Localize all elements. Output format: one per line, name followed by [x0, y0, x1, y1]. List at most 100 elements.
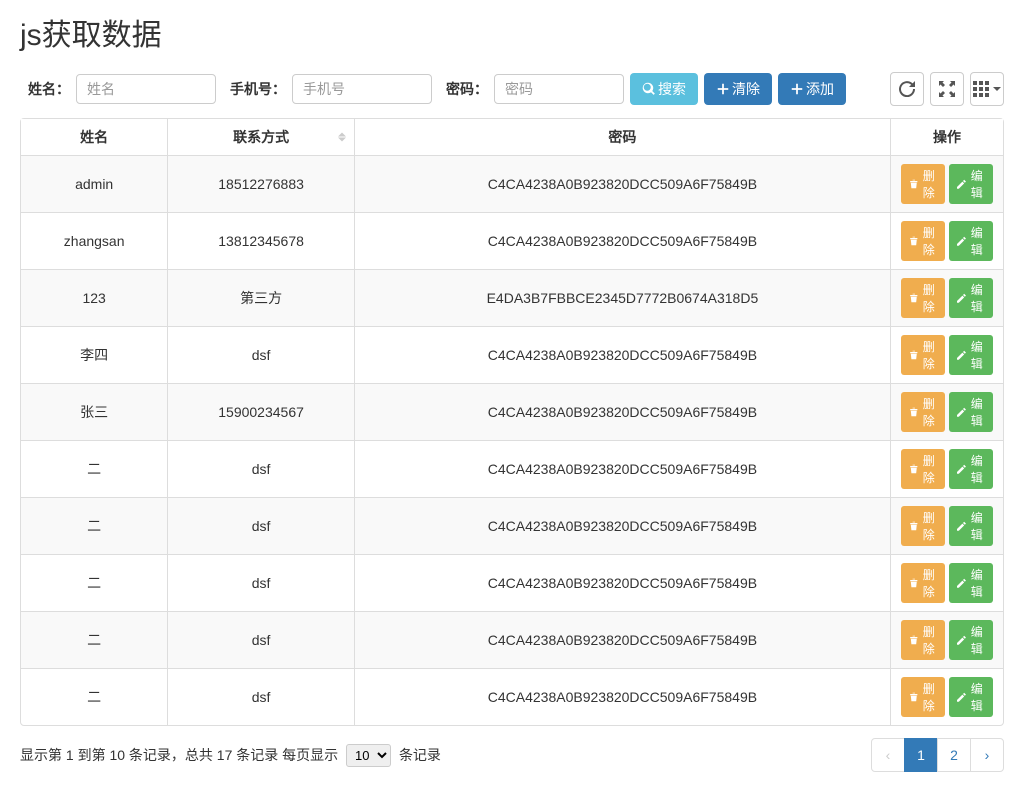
table-row: 123 第三方 E4DA3B7FBBCE2345D7772B0674A318D5…: [21, 270, 1003, 327]
pagination-info: 显示第 1 到第 10 条记录，总共 17 条记录 每页显示 10 条记录: [20, 744, 441, 767]
delete-button[interactable]: 删除: [901, 449, 945, 489]
cell-name: 二: [21, 441, 168, 498]
edit-button[interactable]: 编辑: [949, 164, 993, 204]
cell-contact: dsf: [168, 555, 355, 612]
cell-contact: 18512276883: [168, 156, 355, 213]
edit-button[interactable]: 编辑: [949, 221, 993, 261]
delete-button[interactable]: 删除: [901, 563, 945, 603]
edit-button[interactable]: 编辑: [949, 506, 993, 546]
delete-button[interactable]: 删除: [901, 677, 945, 717]
trash-icon: [909, 519, 919, 533]
table-row: 张三 15900234567 C4CA4238A0B923820DCC509A6…: [21, 384, 1003, 441]
pagination: ‹ 1 2 ›: [872, 738, 1004, 772]
phone-input[interactable]: [292, 74, 432, 104]
delete-button[interactable]: 删除: [901, 506, 945, 546]
plus-icon: [790, 82, 804, 96]
cell-password: C4CA4238A0B923820DCC509A6F75849B: [355, 156, 891, 213]
col-name[interactable]: 姓名: [21, 119, 168, 156]
trash-icon: [909, 690, 919, 704]
clear-button-label: 清除: [732, 79, 760, 99]
data-table: 姓名 联系方式 密码 操作 admin 18512276883 C4CA4238…: [20, 118, 1004, 726]
cell-password: C4CA4238A0B923820DCC509A6F75849B: [355, 612, 891, 669]
sort-indicator-icon: [338, 129, 346, 146]
cell-password: C4CA4238A0B923820DCC509A6F75849B: [355, 555, 891, 612]
cell-contact: 13812345678: [168, 213, 355, 270]
cell-password: C4CA4238A0B923820DCC509A6F75849B: [355, 327, 891, 384]
phone-label: 手机号：: [230, 79, 286, 99]
page-size-select[interactable]: 10: [346, 744, 391, 767]
fullscreen-icon: [939, 81, 955, 97]
page-next[interactable]: ›: [970, 738, 1004, 772]
table-header-row: 姓名 联系方式 密码 操作: [21, 119, 1003, 156]
page-1[interactable]: 1: [904, 738, 938, 772]
grid-icon: [973, 81, 989, 97]
table-row: 二 dsf C4CA4238A0B923820DCC509A6F75849B 删…: [21, 441, 1003, 498]
cell-password: C4CA4238A0B923820DCC509A6F75849B: [355, 213, 891, 270]
cell-name: admin: [21, 156, 168, 213]
add-button[interactable]: 添加: [778, 73, 846, 105]
cell-contact: dsf: [168, 498, 355, 555]
trash-icon: [909, 234, 919, 248]
pencil-icon: [957, 633, 967, 647]
trash-icon: [909, 462, 919, 476]
page-prev[interactable]: ‹: [871, 738, 905, 772]
edit-button[interactable]: 编辑: [949, 563, 993, 603]
col-contact[interactable]: 联系方式: [168, 119, 355, 156]
pencil-icon: [957, 291, 967, 305]
cell-password: C4CA4238A0B923820DCC509A6F75849B: [355, 441, 891, 498]
delete-button[interactable]: 删除: [901, 164, 945, 204]
cell-password: C4CA4238A0B923820DCC509A6F75849B: [355, 498, 891, 555]
cell-contact: dsf: [168, 441, 355, 498]
col-password[interactable]: 密码: [355, 119, 891, 156]
page-2[interactable]: 2: [937, 738, 971, 772]
delete-button[interactable]: 删除: [901, 221, 945, 261]
delete-button[interactable]: 删除: [901, 278, 945, 318]
cell-contact: dsf: [168, 612, 355, 669]
cell-name: 二: [21, 612, 168, 669]
pencil-icon: [957, 462, 967, 476]
edit-button[interactable]: 编辑: [949, 620, 993, 660]
edit-button[interactable]: 编辑: [949, 392, 993, 432]
table-row: 李四 dsf C4CA4238A0B923820DCC509A6F75849B …: [21, 327, 1003, 384]
delete-button[interactable]: 删除: [901, 392, 945, 432]
table-row: 二 dsf C4CA4238A0B923820DCC509A6F75849B 删…: [21, 498, 1003, 555]
refresh-button[interactable]: [890, 72, 924, 106]
cell-contact: dsf: [168, 327, 355, 384]
cell-name: 二: [21, 498, 168, 555]
cell-name: 123: [21, 270, 168, 327]
search-icon: [642, 82, 656, 96]
trash-icon: [909, 576, 919, 590]
columns-button[interactable]: [970, 72, 1004, 106]
trash-icon: [909, 633, 919, 647]
cell-contact: 第三方: [168, 270, 355, 327]
table-row: 二 dsf C4CA4238A0B923820DCC509A6F75849B 删…: [21, 555, 1003, 612]
table-row: 二 dsf C4CA4238A0B923820DCC509A6F75849B 删…: [21, 669, 1003, 725]
delete-button[interactable]: 删除: [901, 335, 945, 375]
add-button-label: 添加: [806, 79, 834, 99]
edit-button[interactable]: 编辑: [949, 278, 993, 318]
table-toolbar-right: [890, 72, 1004, 106]
search-button[interactable]: 搜索: [630, 73, 698, 105]
name-input[interactable]: [76, 74, 216, 104]
trash-icon: [909, 291, 919, 305]
cell-contact: 15900234567: [168, 384, 355, 441]
fullscreen-button[interactable]: [930, 72, 964, 106]
trash-icon: [909, 348, 919, 362]
search-toolbar: 姓名： 手机号： 密码： 搜索 清除 添加: [20, 72, 1004, 106]
cell-name: 张三: [21, 384, 168, 441]
clear-button[interactable]: 清除: [704, 73, 772, 105]
password-input[interactable]: [494, 74, 624, 104]
table-row: 二 dsf C4CA4238A0B923820DCC509A6F75849B 删…: [21, 612, 1003, 669]
edit-button[interactable]: 编辑: [949, 335, 993, 375]
trash-icon: [909, 177, 919, 191]
delete-button[interactable]: 删除: [901, 620, 945, 660]
name-label: 姓名：: [28, 79, 70, 99]
table-footer: 显示第 1 到第 10 条记录，总共 17 条记录 每页显示 10 条记录 ‹ …: [20, 738, 1004, 772]
edit-button[interactable]: 编辑: [949, 449, 993, 489]
edit-button[interactable]: 编辑: [949, 677, 993, 717]
cell-name: zhangsan: [21, 213, 168, 270]
col-ops: 操作: [891, 119, 1003, 156]
refresh-icon: [899, 81, 915, 97]
plus-icon: [716, 82, 730, 96]
pencil-icon: [957, 177, 967, 191]
